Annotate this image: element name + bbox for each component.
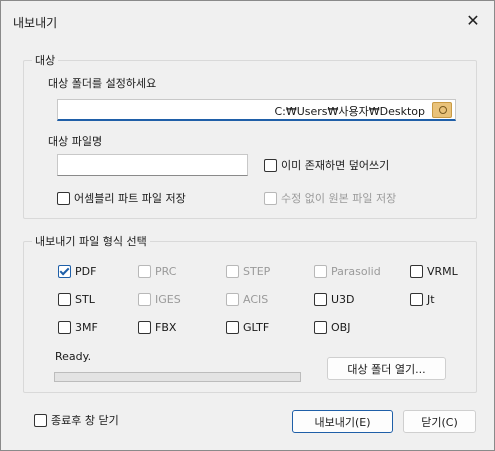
format-label: Jt	[427, 293, 435, 306]
format-label: VRML	[427, 265, 458, 278]
format-checkbox-box[interactable]	[226, 321, 239, 334]
overwrite-checkbox-box[interactable]	[264, 158, 277, 172]
folder-search-icon[interactable]	[432, 102, 452, 118]
format-checkbox-box[interactable]	[58, 321, 71, 334]
save-original-checkbox-box[interactable]	[264, 191, 277, 205]
format-label: OBJ	[331, 321, 351, 334]
target-group-title: 대상	[32, 52, 59, 68]
format-checkbox[interactable]: STL	[58, 293, 95, 306]
format-label: IGES	[155, 293, 181, 306]
format-checkbox[interactable]: Jt	[410, 293, 435, 306]
format-checkbox[interactable]: IGES	[138, 293, 181, 306]
progress-bar	[54, 372, 301, 382]
format-label: FBX	[155, 321, 177, 334]
format-checkbox-box[interactable]	[314, 293, 327, 306]
title-bar: 내보내기 ✕	[1, 1, 494, 41]
format-label: STEP	[243, 265, 271, 278]
save-original-label: 수정 없이 원본 파일 저장	[281, 192, 397, 205]
overwrite-checkbox[interactable]: 이미 존재하면 덮어쓰기	[264, 157, 389, 173]
close-button-label: 닫기(C)	[421, 415, 458, 429]
format-checkbox-box[interactable]	[314, 265, 327, 278]
format-group-title: 내보내기 파일 형식 선택	[32, 233, 150, 249]
folder-path-input[interactable]: C:₩Users₩사용자₩Desktop	[57, 99, 456, 121]
close-after-checkbox-box[interactable]	[34, 413, 47, 427]
format-label: Parasolid	[331, 265, 381, 278]
assembly-parts-checkbox[interactable]: 어셈블리 파트 파일 저장	[57, 190, 186, 206]
format-checkbox-box[interactable]	[58, 265, 71, 278]
overwrite-label: 이미 존재하면 덮어쓰기	[281, 159, 390, 172]
window-title: 내보내기	[13, 16, 58, 30]
format-label: GLTF	[243, 321, 270, 334]
file-name-input[interactable]	[57, 154, 248, 176]
format-checkbox[interactable]: STEP	[226, 265, 270, 278]
format-label: PDF	[75, 265, 97, 278]
assembly-parts-checkbox-box[interactable]	[57, 191, 70, 205]
save-original-checkbox[interactable]: 수정 없이 원본 파일 저장	[264, 190, 396, 206]
format-checkbox-box[interactable]	[226, 265, 239, 278]
file-name-label: 대상 파일명	[48, 135, 103, 148]
open-folder-label: 대상 폴더 열기...	[347, 362, 426, 376]
format-checkbox-box[interactable]	[58, 293, 71, 306]
close-after-checkbox[interactable]: 종료후 창 닫기	[34, 412, 119, 428]
folder-path-value: C:₩Users₩사용자₩Desktop	[274, 105, 425, 118]
format-label: PRC	[155, 265, 177, 278]
open-folder-button[interactable]: 대상 폴더 열기...	[327, 357, 446, 380]
assembly-parts-label: 어셈블리 파트 파일 저장	[74, 192, 186, 205]
format-checkbox[interactable]: OBJ	[314, 321, 350, 334]
format-label: U3D	[331, 293, 355, 306]
export-button[interactable]: 내보내기(E)	[292, 410, 393, 433]
format-checkbox[interactable]: 3MF	[58, 321, 98, 334]
format-checkbox-box[interactable]	[226, 293, 239, 306]
export-dialog: 내보내기 ✕ 대상 대상 폴더를 설정하세요 C:₩Users₩사용자₩Desk…	[0, 0, 495, 451]
status-text: Ready.	[55, 350, 92, 363]
format-checkbox-box[interactable]	[410, 265, 423, 278]
format-checkbox[interactable]: PRC	[138, 265, 176, 278]
format-checkbox[interactable]: PDF	[58, 265, 96, 278]
format-label: STL	[75, 293, 95, 306]
format-checkbox[interactable]: FBX	[138, 321, 176, 334]
format-label: ACIS	[243, 293, 269, 306]
format-checkbox[interactable]: ACIS	[226, 293, 268, 306]
close-button[interactable]: 닫기(C)	[403, 410, 476, 433]
format-checkbox[interactable]: Parasolid	[314, 265, 381, 278]
format-checkbox-box[interactable]	[138, 293, 151, 306]
close-icon[interactable]: ✕	[464, 12, 482, 30]
format-checkbox[interactable]: U3D	[314, 293, 355, 306]
format-checkbox[interactable]: VRML	[410, 265, 458, 278]
export-button-label: 내보내기(E)	[314, 415, 371, 429]
format-label: 3MF	[75, 321, 98, 334]
format-checkbox-box[interactable]	[410, 293, 423, 306]
format-checkbox[interactable]: GLTF	[226, 321, 269, 334]
format-checkbox-box[interactable]	[138, 265, 151, 278]
format-checkbox-box[interactable]	[314, 321, 327, 334]
folder-label: 대상 폴더를 설정하세요	[48, 77, 157, 90]
format-checkbox-box[interactable]	[138, 321, 151, 334]
close-after-label: 종료후 창 닫기	[51, 414, 119, 427]
